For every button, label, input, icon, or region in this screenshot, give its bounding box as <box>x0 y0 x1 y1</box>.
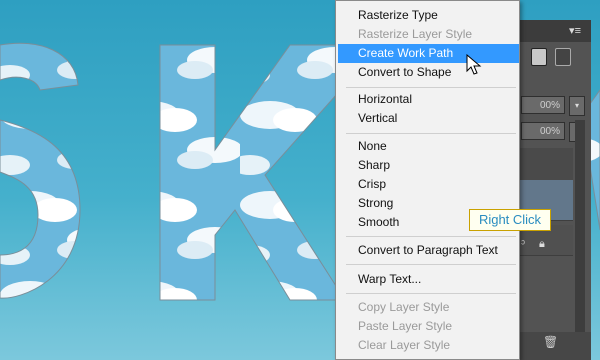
opacity-field[interactable]: 00% <box>521 96 565 114</box>
mask-button-icon[interactable] <box>555 48 571 66</box>
menu-item-warp-text[interactable]: Warp Text... <box>336 270 519 289</box>
context-menu: Rasterize Type Rasterize Layer Style Cre… <box>335 0 520 360</box>
menu-separator <box>346 293 516 294</box>
right-click-tooltip: Right Click <box>469 209 551 231</box>
menu-item-copy-layer-style[interactable]: Copy Layer Style <box>336 298 519 317</box>
menu-item-convert-to-paragraph-text[interactable]: Convert to Paragraph Text <box>336 241 519 260</box>
opacity-dropdown-icon[interactable]: ▾ <box>569 96 585 116</box>
menu-separator <box>346 264 516 265</box>
menu-item-rasterize-type[interactable]: Rasterize Type <box>336 6 519 25</box>
panel-scrollbar[interactable] <box>575 120 585 350</box>
menu-separator <box>346 87 516 88</box>
menu-item-sharp[interactable]: Sharp <box>336 156 519 175</box>
menu-item-rasterize-layer-style[interactable]: Rasterize Layer Style <box>336 25 519 44</box>
menu-item-vertical[interactable]: Vertical <box>336 109 519 128</box>
panel-menu-icon[interactable]: ▾≡ <box>569 24 581 37</box>
menu-item-convert-to-shape[interactable]: Convert to Shape <box>336 63 519 82</box>
link-icon: ᵓ <box>521 238 525 250</box>
menu-item-paste-layer-style[interactable]: Paste Layer Style <box>336 317 519 336</box>
menu-separator <box>346 133 516 134</box>
menu-item-crisp[interactable]: Crisp <box>336 175 519 194</box>
lock-icon: 🔒︎ <box>539 238 545 250</box>
menu-item-clear-layer-style[interactable]: Clear Layer Style <box>336 336 519 355</box>
menu-item-horizontal[interactable]: Horizontal <box>336 90 519 109</box>
fill-field[interactable]: 00% <box>521 122 565 140</box>
trash-icon[interactable]: 🗑︎ <box>543 335 558 349</box>
menu-item-none[interactable]: None <box>336 137 519 156</box>
cursor-icon <box>466 54 482 75</box>
menu-item-create-work-path[interactable]: Create Work Path <box>338 44 519 63</box>
menu-separator <box>346 236 516 237</box>
layer-button-icon[interactable] <box>531 48 547 66</box>
